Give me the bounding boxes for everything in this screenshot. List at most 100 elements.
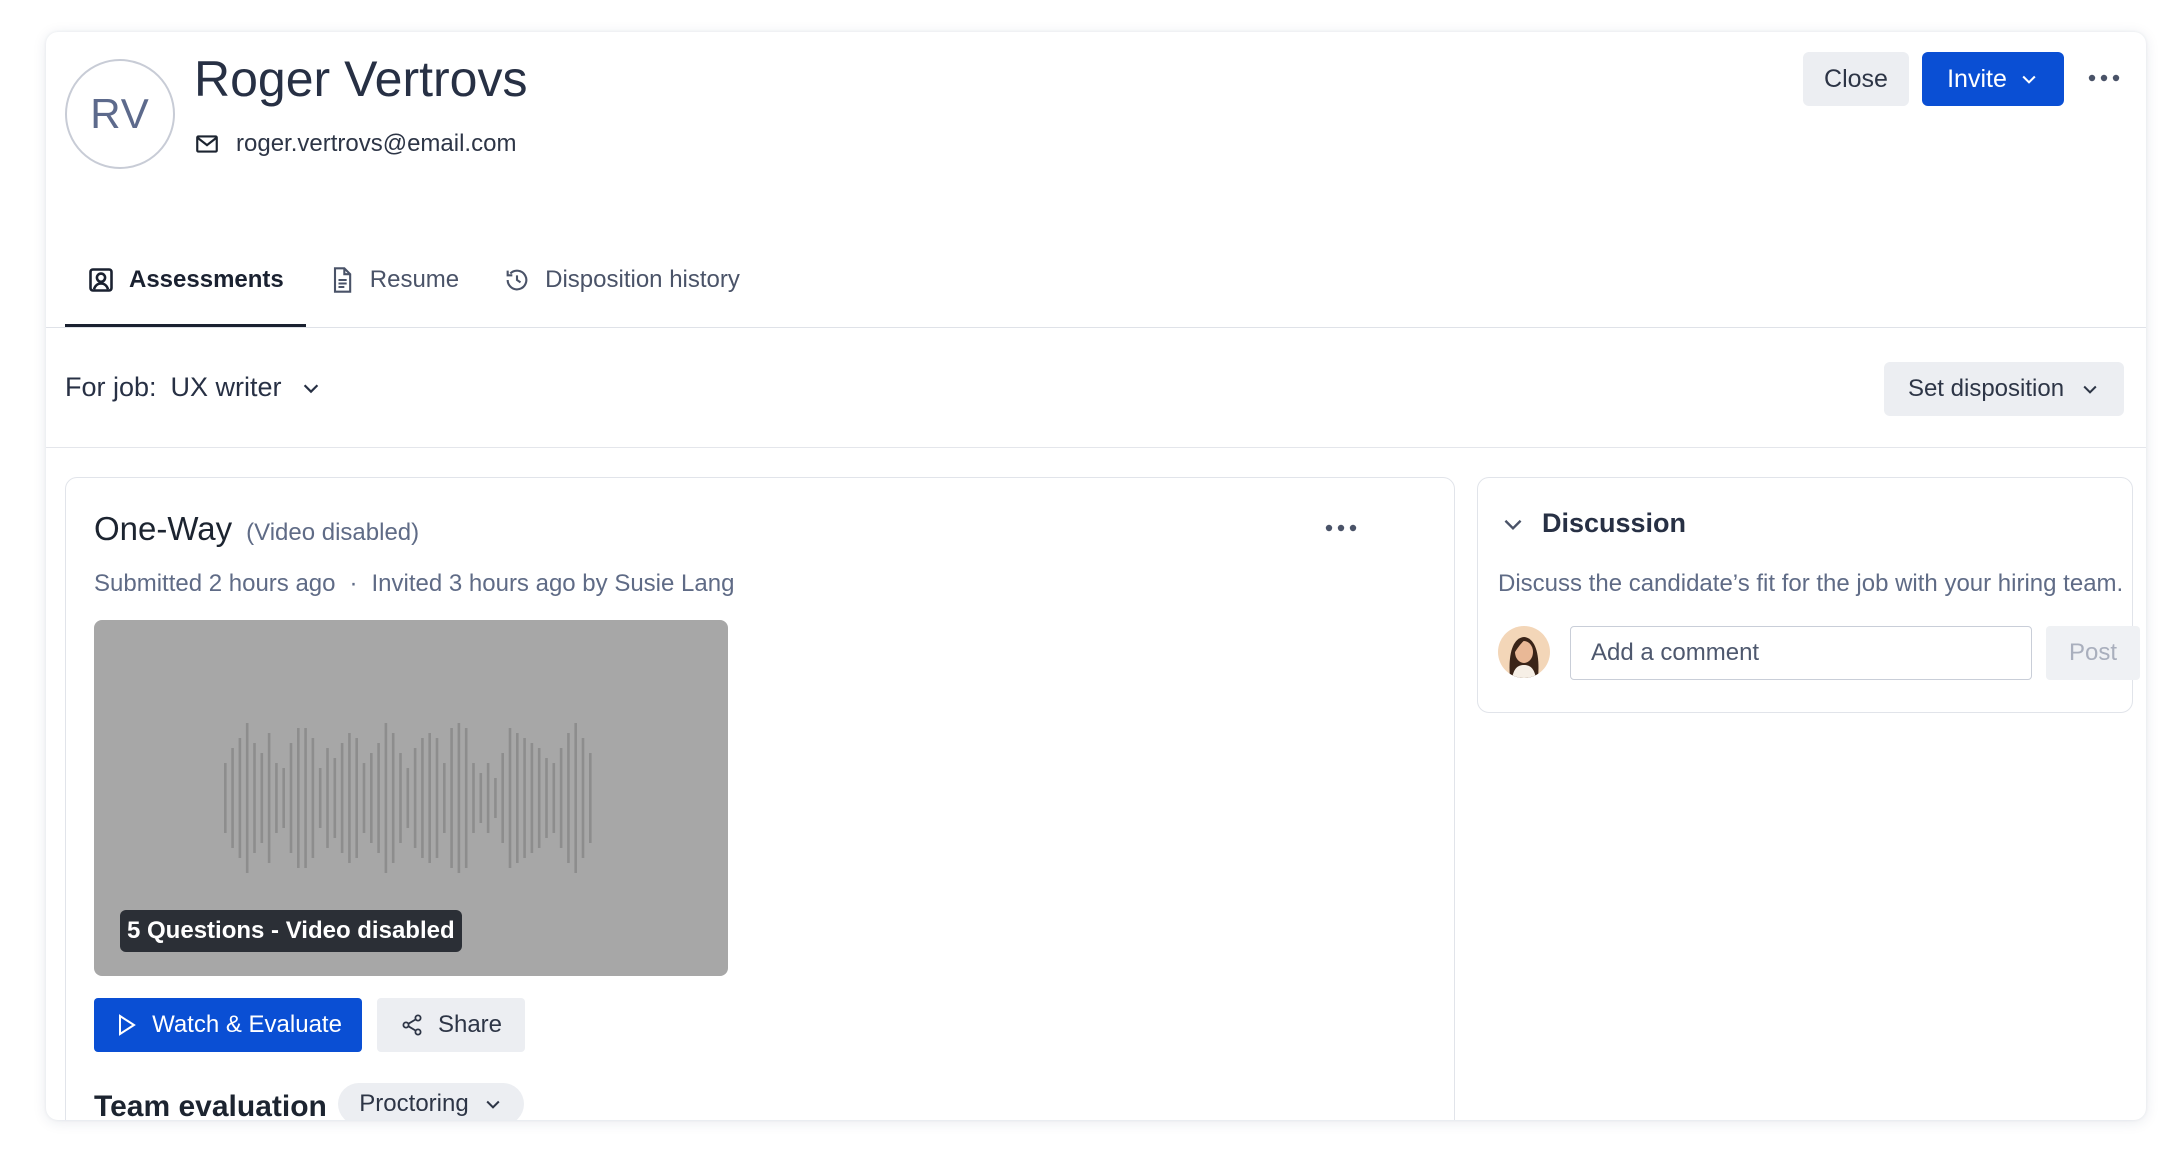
waveform-bar	[318, 768, 322, 828]
team-evaluation-heading: Team evaluation	[94, 1090, 327, 1120]
proctoring-label: Proctoring	[359, 1090, 469, 1117]
proctoring-dropdown[interactable]: Proctoring	[338, 1083, 524, 1120]
post-button[interactable]: Post	[2046, 626, 2140, 680]
tab-divider	[46, 327, 2146, 328]
comment-input[interactable]	[1570, 626, 2032, 680]
tab-label: Resume	[369, 266, 460, 293]
waveform-bar	[362, 763, 366, 833]
chevron-down-icon	[303, 383, 318, 393]
waveform-bar	[311, 738, 315, 858]
waveform-bar	[399, 753, 402, 843]
discussion-card: Discussion Discuss the candidate’s fit f…	[1477, 477, 2140, 713]
close-button[interactable]: Close	[1803, 52, 1909, 106]
watch-evaluate-label: Watch & Evaluate	[152, 1011, 342, 1038]
waveform-bar	[377, 743, 380, 853]
watch-evaluate-button[interactable]: Watch & Evaluate	[94, 998, 362, 1052]
waveform-bar	[260, 753, 264, 843]
chevron-down-icon	[2083, 385, 2097, 394]
current-user-avatar	[1498, 626, 1550, 678]
set-disposition-label: Set disposition	[1907, 375, 2065, 402]
more-options-icon[interactable]	[2084, 62, 2124, 94]
job-value: UX writer	[170, 372, 282, 402]
assessment-title: One-Way	[94, 510, 233, 547]
discussion-toggle[interactable]: Discussion	[1500, 508, 1686, 539]
discussion-title: Discussion	[1542, 508, 1687, 538]
invite-button-label: Invite	[1947, 64, 2007, 93]
waveform-bar	[348, 733, 351, 863]
waveform-bar	[384, 723, 388, 873]
waveform-bar	[457, 723, 461, 873]
tab-resume[interactable]: Resume	[306, 232, 481, 328]
discussion-description: Discuss the candidate’s fit for the job …	[1498, 570, 2124, 597]
waveform-bar	[245, 723, 249, 873]
waveform-bar	[545, 758, 548, 838]
chevron-down-icon	[486, 1100, 500, 1109]
waveform-bar	[464, 728, 468, 868]
candidate-email: roger.vertrovs@email.com	[236, 130, 517, 157]
questions-badge: 5 Questions - Video disabled	[120, 910, 462, 952]
set-disposition-button[interactable]: Set disposition	[1884, 362, 2124, 416]
play-icon	[119, 1014, 136, 1036]
waveform-bar	[479, 773, 483, 823]
assessment-more-icon[interactable]	[1321, 516, 1361, 540]
waveform-bar	[494, 778, 497, 818]
share-label: Share	[437, 1011, 503, 1038]
waveform-bar	[581, 738, 585, 858]
waveform-bar	[282, 768, 285, 828]
waveform-bar	[289, 743, 293, 853]
waveform-bar	[421, 738, 424, 858]
waveform-bar	[574, 723, 577, 873]
share-icon	[402, 1014, 422, 1036]
waveform-bar	[435, 738, 439, 858]
waveform-bar	[326, 748, 329, 848]
waveform-bar	[340, 743, 344, 853]
waveform-bar	[537, 748, 541, 848]
candidate-email-row: roger.vertrovs@email.com	[194, 130, 516, 158]
mail-icon	[196, 135, 218, 153]
tab-assessments[interactable]: Assessments	[65, 232, 306, 328]
waveform-bar	[297, 728, 300, 868]
tab-label: Disposition history	[545, 266, 740, 293]
tab-bar: Assessments Resume Disposition history	[65, 232, 762, 328]
job-selector[interactable]: For job: UX writer	[65, 372, 322, 403]
waveform-bar	[238, 738, 242, 858]
waveform-bar	[304, 728, 307, 868]
waveform-bar	[516, 733, 519, 863]
waveform-bar	[370, 753, 373, 843]
assessment-card: One-Way (Video disabled) Submitted 2 hou…	[65, 477, 1455, 1120]
waveform-bar	[391, 733, 395, 863]
waveform-bar	[450, 728, 453, 868]
waveform-bar	[413, 748, 417, 848]
waveform-bar	[523, 738, 526, 858]
invited-text: Invited 3 hours ago by Susie Lang	[371, 570, 735, 597]
audio-waveform-icon	[224, 723, 592, 873]
document-icon	[333, 267, 351, 293]
waveform-bar	[253, 743, 256, 853]
assessment-meta: Submitted 2 hours ago · Invited 3 hours …	[94, 570, 734, 598]
waveform-bar	[267, 733, 271, 863]
history-icon	[506, 269, 528, 291]
waveform-bar	[224, 763, 227, 833]
chevron-down-icon	[1504, 519, 1522, 530]
share-button[interactable]: Share	[377, 998, 525, 1052]
waveform-bar	[508, 728, 512, 868]
assessment-subtitle: (Video disabled)	[246, 519, 420, 546]
tab-disposition-history[interactable]: Disposition history	[481, 232, 762, 328]
candidate-panel: RV Roger Vertrovs roger.vertrovs@email.c…	[46, 32, 2146, 1120]
waveform-bar	[486, 763, 490, 833]
waveform-bar	[567, 733, 570, 863]
submitted-text: Submitted 2 hours ago	[94, 570, 336, 597]
waveform-bar	[589, 753, 592, 843]
waveform-bar	[275, 763, 278, 833]
waveform-bar	[231, 748, 234, 848]
tab-label: Assessments	[129, 266, 284, 293]
assessment-thumbnail[interactable]: 5 Questions - Video disabled	[94, 620, 728, 976]
job-label: For job:	[65, 372, 157, 402]
meta-separator: ·	[349, 570, 358, 597]
section-divider	[46, 447, 2146, 448]
assessment-title-row: One-Way (Video disabled)	[94, 510, 419, 548]
waveform-bar	[472, 763, 475, 833]
waveform-bar	[552, 763, 556, 833]
waveform-bar	[501, 753, 504, 843]
invite-button[interactable]: Invite	[1922, 52, 2064, 106]
